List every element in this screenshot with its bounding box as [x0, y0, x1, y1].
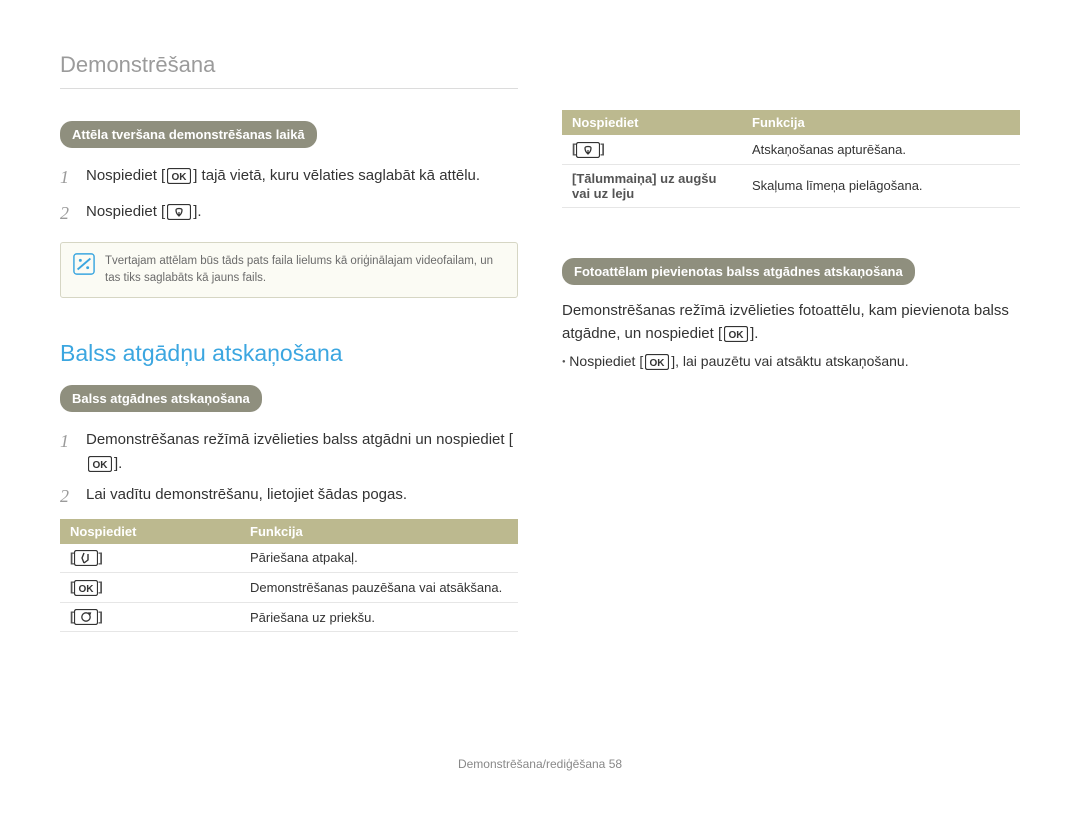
step-body: Lai vadītu demonstrēšanu, lietojiet šāda… [86, 483, 518, 511]
table-header-row: Nospiediet Funkcija [562, 110, 1020, 135]
th-function: Funkcija [240, 519, 518, 544]
cell-button: [Tālummaiņa] uz augšu vai uz leju [562, 164, 742, 207]
cell-button: [] [60, 544, 240, 573]
photo-voice-bullet: Nospiediet [], lai pauzētu vai atsāktu a… [562, 351, 1020, 372]
right-icon [74, 609, 98, 625]
step-number-2: 2 [60, 483, 76, 511]
cell-button: [] [60, 573, 240, 603]
photo-voice-paragraph: Demonstrēšanas režīmā izvēlieties fotoat… [562, 299, 1020, 346]
step-body: Nospiediet []. [86, 200, 518, 228]
cell-function: Pāriešana uz priekšu. [240, 602, 518, 632]
step-number-1: 1 [60, 428, 76, 475]
down-icon [576, 142, 600, 158]
button-function-table-right: Nospiediet Funkcija [] Atskaņošanas aptu… [562, 110, 1020, 208]
step-row: 1 Demonstrēšanas režīmā izvēlieties bals… [60, 428, 518, 475]
th-press: Nospiediet [562, 110, 742, 135]
step-body: Nospiediet [] tajā vietā, kuru vēlaties … [86, 164, 518, 192]
th-press: Nospiediet [60, 519, 240, 544]
cell-function: Atskaņošanas apturēšana. [742, 135, 1020, 164]
subhead-voicememo: Balss atgādnes atskaņošana [60, 385, 262, 412]
th-function: Funkcija [742, 110, 1020, 135]
page-title: Demonstrēšana [60, 52, 518, 78]
ok-icon [88, 456, 112, 472]
table-row: [Tālummaiņa] uz augšu vai uz leju Skaļum… [562, 164, 1020, 207]
subhead-photo-voice: Fotoattēlam pievienotas balss atgādnes a… [562, 258, 915, 285]
ok-icon [724, 326, 748, 342]
subhead-capture: Attēla tveršana demonstrēšanas laikā [60, 121, 317, 148]
table-row: [] Demonstrēšanas pauzēšana vai atsākšan… [60, 573, 518, 603]
button-function-table-left: Nospiediet Funkcija [] Pāriešana atpakaļ… [60, 519, 518, 633]
step-number-2: 2 [60, 200, 76, 228]
step-row: 2 Nospiediet []. [60, 200, 518, 228]
note-box: Tvertajam attēlam būs tāds pats faila li… [60, 242, 518, 299]
step-row: 1 Nospiediet [] tajā vietā, kuru vēlatie… [60, 164, 518, 192]
left-icon [74, 550, 98, 566]
section-heading-voice: Balss atgādņu atskaņošana [60, 340, 518, 367]
page-footer: Demonstrēšana/rediģēšana 58 [0, 757, 1080, 771]
cell-function: Pāriešana atpakaļ. [240, 544, 518, 573]
cell-button: [] [562, 135, 742, 164]
cell-function: Demonstrēšanas pauzēšana vai atsākšana. [240, 573, 518, 603]
ok-icon [645, 354, 669, 370]
note-icon [73, 253, 95, 288]
title-rule [60, 88, 518, 89]
step-body: Demonstrēšanas režīmā izvēlieties balss … [86, 428, 518, 475]
table-header-row: Nospiediet Funkcija [60, 519, 518, 544]
table-row: [] Pāriešana atpakaļ. [60, 544, 518, 573]
ok-icon [167, 168, 191, 184]
cell-button: [] [60, 602, 240, 632]
right-column: Nospiediet Funkcija [] Atskaņošanas aptu… [562, 52, 1020, 632]
cell-function: Skaļuma līmeņa pielāgošana. [742, 164, 1020, 207]
table-row: [] Pāriešana uz priekšu. [60, 602, 518, 632]
left-column: Demonstrēšana Attēla tveršana demonstrēš… [60, 52, 518, 632]
table-row: [] Atskaņošanas apturēšana. [562, 135, 1020, 164]
down-icon [167, 204, 191, 220]
step-row: 2 Lai vadītu demonstrēšanu, lietojiet šā… [60, 483, 518, 511]
note-text: Tvertajam attēlam būs tāds pats faila li… [105, 253, 505, 288]
step-number-1: 1 [60, 164, 76, 192]
ok-icon [74, 580, 98, 596]
